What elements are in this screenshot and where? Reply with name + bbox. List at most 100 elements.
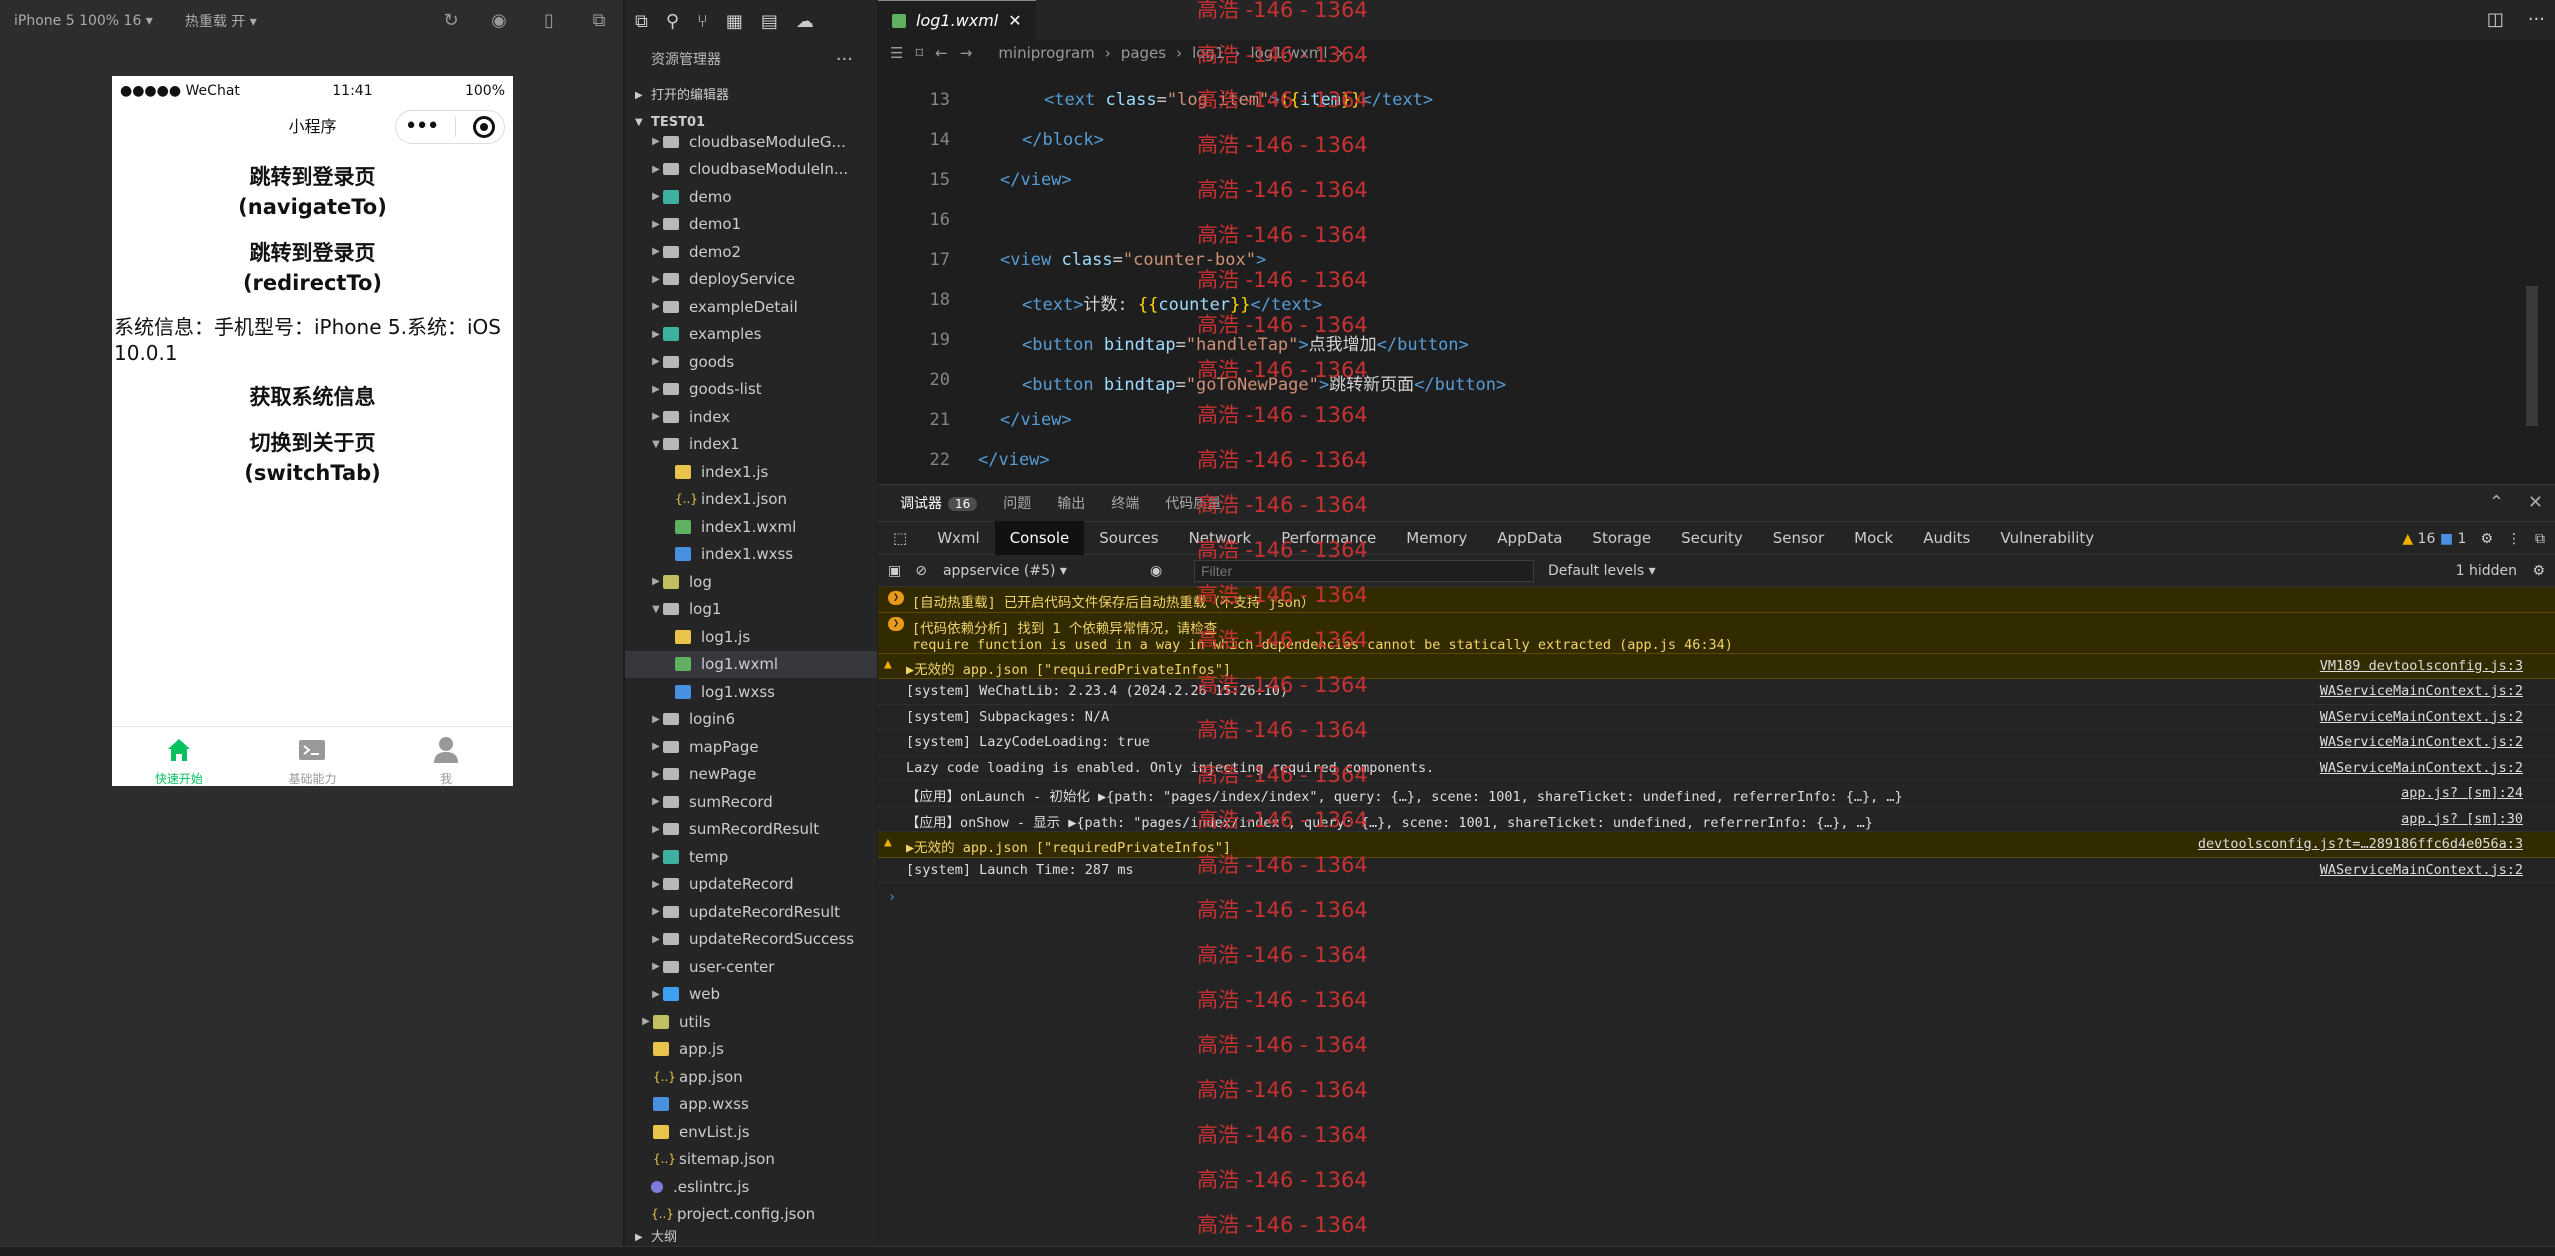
eye-icon[interactable]: ◉ — [1150, 563, 1162, 579]
tree-item[interactable]: ▶ goods — [625, 348, 877, 376]
refresh-icon[interactable]: ↻ — [440, 10, 462, 32]
more-actions-icon[interactable]: ··· — [2528, 0, 2545, 40]
source-link[interactable]: VM189 devtoolsconfig.js:3 — [2320, 658, 2523, 674]
levels-dropdown[interactable]: Default levels ▾ — [1548, 563, 1656, 579]
tree-item[interactable]: ▶ demo — [625, 183, 877, 211]
tree-item[interactable]: log1.wxml — [625, 650, 877, 678]
tree-item[interactable]: ▶ examples — [625, 321, 877, 349]
redirect-to-login-button[interactable]: 跳转到登录页 (redirectTo) — [112, 238, 513, 298]
chevron-up-icon[interactable]: ⌃ — [2489, 485, 2504, 521]
tree-item[interactable]: ▶ log — [625, 568, 877, 596]
console-message[interactable]: [system] Subpackages: N/A WAServiceMainCo… — [878, 705, 2555, 730]
editor-tab-log1-wxml[interactable]: log1.wxml ✕ — [878, 0, 1036, 40]
source-link[interactable]: app.js? [sm]:30 — [2401, 811, 2523, 827]
tab-quick-start[interactable]: 快速开始 — [124, 727, 234, 786]
capsule-menu[interactable]: ••• — [395, 110, 505, 144]
back-icon[interactable]: ← — [935, 44, 948, 62]
tree-item[interactable]: ▶ updateRecordSuccess — [625, 926, 877, 954]
tab-basic-ability[interactable]: 基础能力 — [257, 727, 367, 786]
tree-item[interactable]: ▶ temp — [625, 843, 877, 871]
tree-item[interactable]: ▶ sumRecordResult — [625, 816, 877, 844]
tree-item[interactable]: ▶ cloudbaseModuleG... — [625, 128, 877, 156]
devtools-tab-network[interactable]: Network — [1174, 521, 1267, 555]
console-message[interactable]: ▲ ▶无效的 app.json ["requiredPrivateInfos"] d… — [878, 832, 2555, 858]
kebab-menu-icon[interactable]: ⋮ — [2507, 522, 2521, 556]
tab-me[interactable]: 我 — [391, 727, 501, 786]
tree-item[interactable]: ▶ goods-list — [625, 376, 877, 404]
console-settings-icon[interactable]: ⚙ — [2532, 563, 2545, 579]
cloud-icon[interactable]: ☁ — [796, 11, 814, 32]
bookmark-icon[interactable]: ⌑ — [915, 44, 923, 62]
tab-output[interactable]: 输出 — [1057, 493, 1085, 513]
console-message[interactable]: 【应用】onShow - 显示 ▶{path: "pages/index/ind… — [878, 807, 2555, 832]
more-actions-icon[interactable]: ··· — [836, 48, 853, 72]
clear-console-icon[interactable]: ⊘ — [915, 563, 927, 579]
tree-item[interactable]: ▶ updateRecord — [625, 871, 877, 899]
switch-tab-about-button[interactable]: 切换到关于页 (switchTab) — [112, 428, 513, 488]
devtools-tab-security[interactable]: Security — [1666, 521, 1758, 555]
debug-icon[interactable]: ▤ — [761, 11, 778, 32]
tab-terminal[interactable]: 终端 — [1111, 493, 1139, 513]
tree-item[interactable]: ▶ web — [625, 981, 877, 1009]
tree-item[interactable]: ▶ demo2 — [625, 238, 877, 266]
close-icon[interactable]: ✕ — [1008, 11, 1021, 30]
devtools-tab-wxml[interactable]: Wxml — [922, 521, 995, 555]
tree-item[interactable]: envList.js — [625, 1118, 877, 1146]
source-control-icon[interactable]: ⑂ — [697, 11, 708, 32]
console-output[interactable]: ❯ [自动热重载] 已开启代码文件保存后自动热重载（不支持 json） ❯ [代码依赖… — [878, 587, 2555, 905]
tree-item[interactable]: index1.js — [625, 458, 877, 486]
devtools-tab-storage[interactable]: Storage — [1577, 521, 1666, 555]
devtools-tab-mock[interactable]: Mock — [1839, 521, 1908, 555]
source-link[interactable]: WAServiceMainContext.js:2 — [2320, 683, 2523, 699]
tree-item[interactable]: ▼ index1 — [625, 431, 877, 459]
record-icon[interactable]: ◉ — [488, 10, 510, 32]
tree-item[interactable]: log1.wxss — [625, 678, 877, 706]
extensions-icon[interactable]: ▦ — [726, 11, 743, 32]
tree-item[interactable]: ▶ deployService — [625, 266, 877, 294]
devtools-tab-performance[interactable]: Performance — [1266, 521, 1391, 555]
console-message[interactable]: ❯ [自动热重载] 已开启代码文件保存后自动热重载（不支持 json） — [878, 587, 2555, 613]
console-message[interactable]: [system] Launch Time: 287 ms WAServiceMai… — [878, 858, 2555, 883]
inspect-icon[interactable]: ⬚ — [878, 521, 922, 555]
tree-item[interactable]: index1.wxml — [625, 513, 877, 541]
devtools-tab-console[interactable]: Console — [994, 521, 1085, 555]
hot-reload-toggle[interactable]: 热重载 开 ▾ — [185, 11, 257, 31]
split-editor-icon[interactable]: ◫ — [2487, 0, 2504, 40]
console-prompt[interactable]: › — [878, 883, 2555, 905]
tree-item[interactable]: ▶ demo1 — [625, 211, 877, 239]
issue-counts[interactable]: ▲ 16 ■ 1 — [2402, 522, 2466, 556]
open-editors-section[interactable]: ▶ 打开的编辑器 — [625, 84, 877, 108]
source-link[interactable]: app.js? [sm]:24 — [2401, 785, 2523, 801]
source-link[interactable]: WAServiceMainContext.js:2 — [2320, 862, 2523, 878]
forward-icon[interactable]: → — [960, 44, 973, 62]
breadcrumb-item[interactable]: pages — [1121, 44, 1166, 62]
devtools-tab-sensor[interactable]: Sensor — [1758, 521, 1839, 555]
tab-code-quality[interactable]: 代码质量 — [1165, 493, 1221, 513]
tab-problems[interactable]: 问题 — [1003, 493, 1031, 513]
console-message[interactable]: ❯ [代码依赖分析] 找到 1 个依赖异常情况，请检查 require funct… — [878, 612, 2555, 654]
tree-item[interactable]: .eslintrc.js — [625, 1173, 877, 1201]
tree-item[interactable]: app.wxss — [625, 1091, 877, 1119]
window-icon[interactable]: ⧉ — [588, 10, 610, 32]
code-editor[interactable]: 13 <text class="log-item">{{item}}</text>… — [878, 66, 2538, 484]
tree-item[interactable]: ▶ exampleDetail — [625, 293, 877, 321]
tree-item[interactable]: ▶ updateRecordResult — [625, 898, 877, 926]
sidebar-toggle-icon[interactable]: ▣ — [888, 563, 901, 579]
console-message[interactable]: [system] WeChatLib: 2.23.4 (2024.2.26 15… — [878, 679, 2555, 705]
dock-icon[interactable]: ⧉ — [2535, 522, 2545, 556]
tree-item[interactable]: ▶ cloudbaseModuleIn... — [625, 156, 877, 184]
source-link[interactable]: WAServiceMainContext.js:2 — [2320, 709, 2523, 725]
tree-item[interactable]: {..} project.config.json — [625, 1201, 877, 1229]
phone-icon[interactable]: ▯ — [538, 10, 560, 32]
context-selector[interactable]: appservice (#5) ▾ — [943, 563, 1067, 579]
devtools-tab-vulnerability[interactable]: Vulnerability — [1985, 521, 2109, 555]
close-icon[interactable]: ✕ — [2528, 485, 2543, 521]
breadcrumb-item[interactable]: miniprogram — [998, 44, 1094, 62]
get-system-info-button[interactable]: 获取系统信息 — [112, 382, 513, 412]
tree-item[interactable]: {..} app.json — [625, 1063, 877, 1091]
tree-item[interactable]: index1.wxss — [625, 541, 877, 569]
console-message[interactable]: Lazy code loading is enabled. Only injec… — [878, 756, 2555, 781]
tree-item[interactable]: ▶ index — [625, 403, 877, 431]
search-icon[interactable]: ⚲ — [666, 11, 679, 32]
tree-item[interactable]: ▶ sumRecord — [625, 788, 877, 816]
